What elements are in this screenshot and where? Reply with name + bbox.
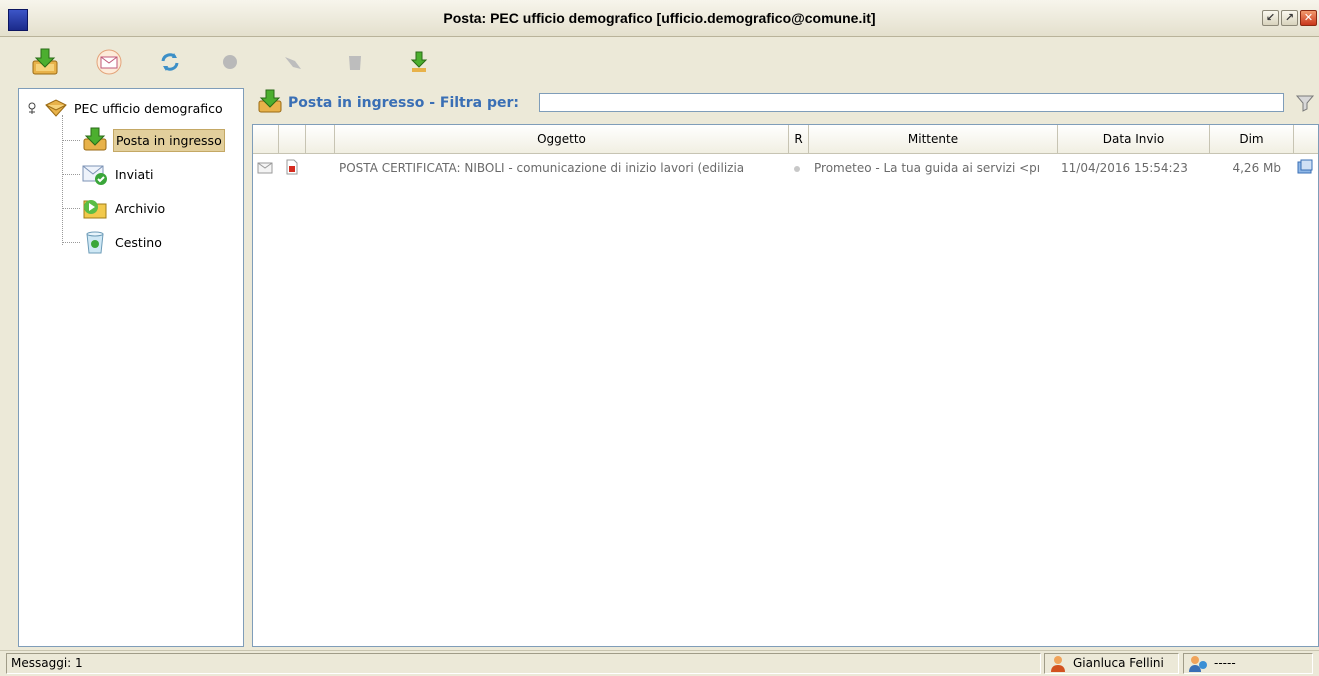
column-header-attach[interactable] <box>306 125 335 153</box>
filter-bar: Posta in ingresso - Filtra per: <box>252 88 1319 122</box>
trash-button[interactable] <box>338 45 372 79</box>
refresh-button[interactable] <box>153 45 187 79</box>
info-status[interactable]: ----- <box>1183 653 1313 674</box>
tree-connector <box>62 242 80 243</box>
column-header-type[interactable] <box>279 125 306 153</box>
cell-dim: 4,26 Mb <box>1232 161 1281 175</box>
tree-item-label: Archivio <box>115 200 166 216</box>
filter-title: Posta in ingresso - Filtra per: <box>288 95 519 111</box>
trash-icon <box>349 56 361 70</box>
close-button[interactable]: ✕ <box>1300 10 1317 26</box>
window-title: Posta: PEC ufficio demografico [ufficio.… <box>443 10 876 26</box>
column-header-data-invio[interactable]: Data Invio <box>1058 125 1210 153</box>
column-header-r[interactable]: R <box>789 125 809 153</box>
new-mail-icon <box>96 49 122 75</box>
inbox-icon <box>258 89 282 113</box>
tree-item-label: Inviati <box>115 166 154 182</box>
cell-oggetto: POSTA CERTIFICATA: NIBOLI - comunicazion… <box>339 161 745 175</box>
storage-icon <box>1297 159 1313 174</box>
refresh-icon <box>161 53 179 71</box>
maximize-button[interactable]: ↗ <box>1281 10 1298 26</box>
tree-connector <box>62 140 80 141</box>
receive-mail-icon <box>32 48 58 75</box>
cell-mittente: Prometeo - La tua guida ai servizi <pı <box>814 161 1041 175</box>
read-status-dot-icon <box>794 166 800 172</box>
toolbar <box>0 37 1319 85</box>
tree-item-inviati[interactable]: Inviati <box>81 161 156 187</box>
message-grid: Oggetto R Mittente Data Invio Dim POSTA … <box>252 124 1319 647</box>
delete-button[interactable] <box>213 45 247 79</box>
column-header-dim[interactable]: Dim <box>1210 125 1294 153</box>
tree-root-pec[interactable]: PEC ufficio demografico <box>25 95 225 121</box>
mailbox-icon <box>45 99 67 117</box>
users-info-icon <box>1189 655 1207 672</box>
download-button[interactable] <box>402 45 436 79</box>
column-header-mittente[interactable]: Mittente <box>809 125 1058 153</box>
tree-item-label: Cestino <box>115 234 162 250</box>
inbox-icon <box>83 127 107 151</box>
download-icon <box>410 51 428 72</box>
receive-mail-button[interactable] <box>28 45 62 79</box>
status-bar: Messaggi: 1 Gianluca Fellini ----- <box>0 650 1319 676</box>
cell-data-invio: 11/04/2016 15:54:23 <box>1061 161 1188 175</box>
tree-item-cestino[interactable]: Cestino <box>81 229 164 255</box>
tree-item-posta-in-ingresso[interactable]: Posta in ingresso <box>81 127 225 153</box>
user-status[interactable]: Gianluca Fellini <box>1044 653 1179 674</box>
tree-connector <box>62 208 80 209</box>
sent-icon <box>82 165 107 185</box>
grid-header: Oggetto R Mittente Data Invio Dim <box>253 125 1318 154</box>
column-header-flag[interactable] <box>253 125 279 153</box>
filter-input[interactable] <box>539 93 1284 112</box>
new-mail-button[interactable] <box>92 45 126 79</box>
recycle-bin-icon <box>86 231 104 254</box>
delete-icon <box>223 55 237 69</box>
user-icon <box>1051 655 1065 672</box>
user-name: Gianluca Fellini <box>1073 656 1164 670</box>
archive-icon <box>83 200 107 219</box>
minimize-button[interactable]: ↙ <box>1262 10 1279 26</box>
tree-item-label: Posta in ingresso <box>113 128 225 152</box>
move-icon <box>285 57 301 69</box>
filter-icon[interactable] <box>1295 93 1315 113</box>
folder-tree: PEC ufficio demografico Posta in ingress… <box>18 88 244 647</box>
tree-item-archivio[interactable]: Archivio <box>81 195 167 221</box>
title-bar: Posta: PEC ufficio demografico [ufficio.… <box>0 0 1319 37</box>
move-button[interactable] <box>276 45 310 79</box>
tree-connector <box>62 174 80 175</box>
tree-connector <box>62 115 63 245</box>
tree-root-label: PEC ufficio demografico <box>74 100 223 116</box>
column-header-oggetto[interactable]: Oggetto <box>335 125 789 153</box>
info-text: ----- <box>1214 656 1236 670</box>
pdf-attachment-icon <box>286 159 298 175</box>
expand-toggle-icon[interactable] <box>25 101 39 115</box>
table-row[interactable]: POSTA CERTIFICATA: NIBOLI - comunicazion… <box>253 155 1318 179</box>
envelope-icon <box>257 162 273 174</box>
message-count: Messaggi: 1 <box>6 653 1041 674</box>
